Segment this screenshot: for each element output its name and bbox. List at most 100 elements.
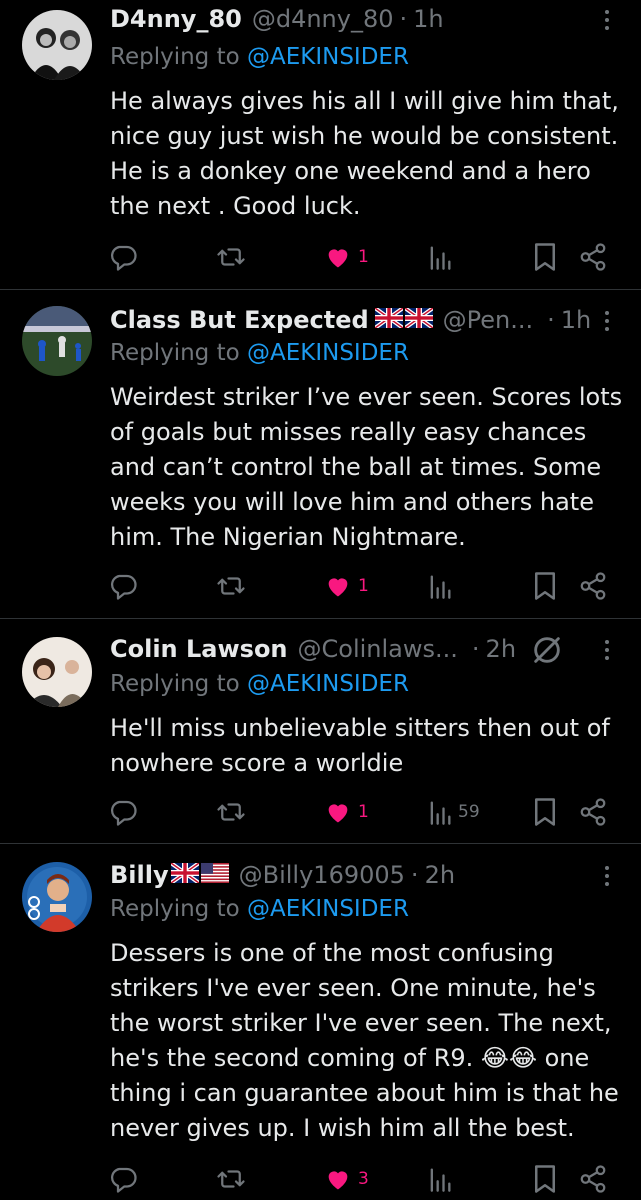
views-button[interactable] bbox=[428, 240, 458, 274]
views-count: 59 bbox=[458, 802, 480, 822]
views-bars-icon bbox=[430, 246, 451, 270]
share-button[interactable] bbox=[578, 1162, 608, 1196]
display-name[interactable]: D4nny_80 bbox=[110, 5, 242, 33]
mention-link[interactable]: @AEKINSIDER bbox=[247, 340, 409, 366]
timestamp[interactable]: 1h bbox=[561, 306, 591, 334]
separator-dot: · bbox=[399, 5, 408, 33]
share-icon bbox=[580, 798, 606, 826]
bookmark-button[interactable] bbox=[532, 569, 558, 603]
separator-dot: · bbox=[471, 635, 480, 663]
like-button[interactable]: 3 bbox=[324, 1162, 369, 1196]
tweet-header: D4nny_80 @d4nny_80 · 1h bbox=[110, 2, 611, 36]
user-handle[interactable]: @d4nny_80 bbox=[252, 5, 394, 33]
more-options-button[interactable] bbox=[597, 636, 617, 666]
bookmark-button[interactable] bbox=[532, 795, 558, 829]
repost-button[interactable] bbox=[216, 240, 246, 274]
reply-icon bbox=[111, 800, 137, 826]
avatar[interactable] bbox=[22, 637, 92, 707]
user-handle[interactable]: @Billy169005 bbox=[239, 861, 405, 889]
share-icon bbox=[580, 1165, 606, 1193]
avatar[interactable] bbox=[22, 862, 92, 932]
repost-button[interactable] bbox=[216, 1162, 246, 1196]
reply-button[interactable] bbox=[108, 569, 138, 603]
share-icon bbox=[580, 243, 606, 271]
like-button[interactable]: 1 bbox=[324, 240, 369, 274]
like-count: 1 bbox=[358, 802, 369, 822]
tweet-text: Dessers is one of the most confusing str… bbox=[110, 939, 619, 1142]
user-handle[interactable]: @Colinlaws... bbox=[298, 635, 458, 663]
bookmark-button[interactable] bbox=[532, 1162, 558, 1196]
uk-flag-icon bbox=[373, 306, 404, 334]
like-button[interactable]: 1 bbox=[324, 569, 369, 603]
views-button[interactable] bbox=[428, 1162, 458, 1196]
tweet-header: Billy @Billy169005 · 2h bbox=[110, 858, 611, 892]
mention-link[interactable]: @AEKINSIDER bbox=[247, 671, 409, 697]
uk-flag-icon bbox=[403, 306, 434, 334]
like-button[interactable]: 1 bbox=[324, 795, 369, 829]
reply-button[interactable] bbox=[108, 1162, 138, 1196]
like-count: 1 bbox=[358, 576, 369, 596]
replying-to: Replying to @AEKINSIDER bbox=[110, 896, 409, 922]
avatar[interactable] bbox=[22, 306, 92, 376]
share-button[interactable] bbox=[578, 240, 608, 274]
share-button[interactable] bbox=[578, 795, 608, 829]
like-count: 1 bbox=[358, 247, 369, 267]
share-button[interactable] bbox=[578, 569, 608, 603]
like-count: 3 bbox=[358, 1169, 369, 1189]
views-bars-icon bbox=[430, 801, 451, 825]
replying-prefix: Replying to bbox=[110, 671, 240, 697]
display-name[interactable]: Class But Expected bbox=[110, 306, 369, 334]
uk-flag-icon bbox=[169, 861, 200, 889]
timestamp[interactable]: 1h bbox=[413, 5, 443, 33]
timestamp[interactable]: 2h bbox=[425, 861, 455, 889]
more-options-button[interactable] bbox=[597, 862, 617, 892]
views-button[interactable] bbox=[428, 569, 458, 603]
bookmark-icon bbox=[535, 798, 555, 826]
tweet-text: Weirdest striker I’ve ever seen. Scores … bbox=[110, 383, 623, 551]
repost-icon bbox=[217, 577, 245, 595]
replying-to: Replying to @AEKINSIDER bbox=[110, 671, 409, 697]
repost-button[interactable] bbox=[216, 569, 246, 603]
more-options-button[interactable] bbox=[597, 6, 617, 36]
more-options-button[interactable] bbox=[597, 307, 617, 337]
display-name[interactable]: Colin Lawson bbox=[110, 635, 288, 663]
repost-icon bbox=[217, 1170, 245, 1188]
bookmark-icon bbox=[535, 243, 555, 271]
action-bar: 3 bbox=[0, 1162, 641, 1196]
user-handle[interactable]: @Pen... bbox=[443, 306, 533, 334]
reply-button[interactable] bbox=[108, 240, 138, 274]
replying-prefix: Replying to bbox=[110, 896, 240, 922]
mention-link[interactable]: @AEKINSIDER bbox=[247, 44, 409, 70]
replying-prefix: Replying to bbox=[110, 340, 240, 366]
heart-filled-icon bbox=[328, 578, 348, 597]
replying-prefix: Replying to bbox=[110, 44, 240, 70]
repost-icon bbox=[217, 803, 245, 821]
repost-icon bbox=[217, 248, 245, 266]
reply-icon bbox=[111, 245, 137, 271]
views-button[interactable]: 59 bbox=[428, 795, 480, 829]
reply-icon bbox=[111, 1167, 137, 1193]
action-bar: 1 59 bbox=[0, 795, 641, 829]
us-flag-icon bbox=[200, 861, 229, 889]
divider bbox=[0, 289, 641, 290]
reply-icon bbox=[111, 574, 137, 600]
repost-button[interactable] bbox=[216, 795, 246, 829]
timestamp[interactable]: 2h bbox=[486, 635, 516, 663]
heart-filled-icon bbox=[328, 804, 348, 823]
avatar[interactable] bbox=[22, 10, 92, 80]
bookmark-icon bbox=[535, 572, 555, 600]
share-icon bbox=[580, 572, 606, 600]
replying-to: Replying to @AEKINSIDER bbox=[110, 340, 409, 366]
bookmark-button[interactable] bbox=[532, 240, 558, 274]
separator-dot: · bbox=[547, 306, 555, 334]
tweet-text: He always gives his all I will give him … bbox=[110, 87, 619, 220]
divider bbox=[0, 618, 641, 619]
tweet-header: Class But Expected @Pen... · 1h bbox=[110, 303, 611, 337]
action-bar: 1 bbox=[0, 569, 641, 603]
heart-filled-icon bbox=[328, 249, 348, 268]
mention-link[interactable]: @AEKINSIDER bbox=[247, 896, 409, 922]
heart-filled-icon bbox=[328, 1171, 348, 1190]
bookmark-icon bbox=[535, 1165, 555, 1193]
display-name[interactable]: Billy bbox=[110, 861, 169, 889]
reply-button[interactable] bbox=[108, 795, 138, 829]
